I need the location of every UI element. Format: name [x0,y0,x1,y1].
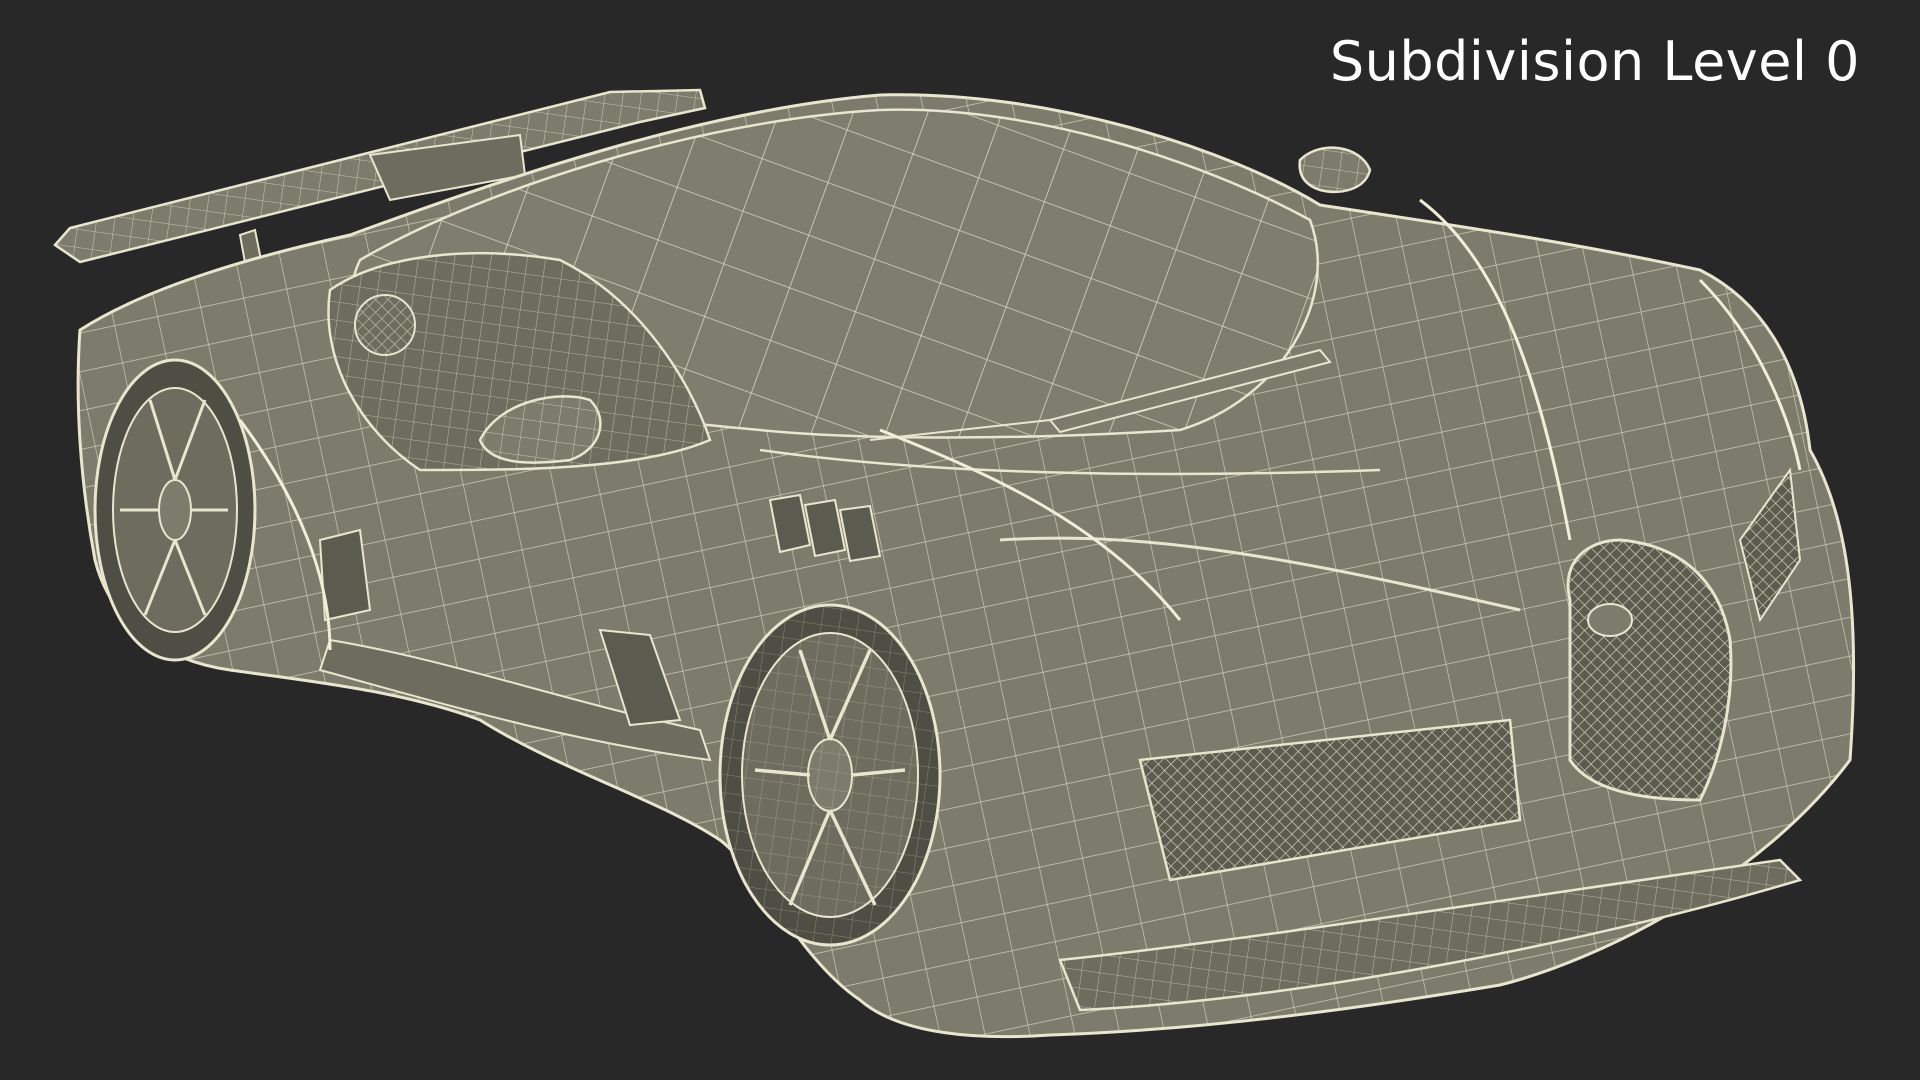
front-wheel [718,603,942,947]
rear-wheel [93,358,257,662]
car-wireframe-render [53,88,1856,1039]
render-viewport: Subdivision Level 0 [0,0,1920,1080]
side-mirror-right [1298,146,1372,194]
subdivision-level-label: Subdivision Level 0 [1329,30,1860,93]
